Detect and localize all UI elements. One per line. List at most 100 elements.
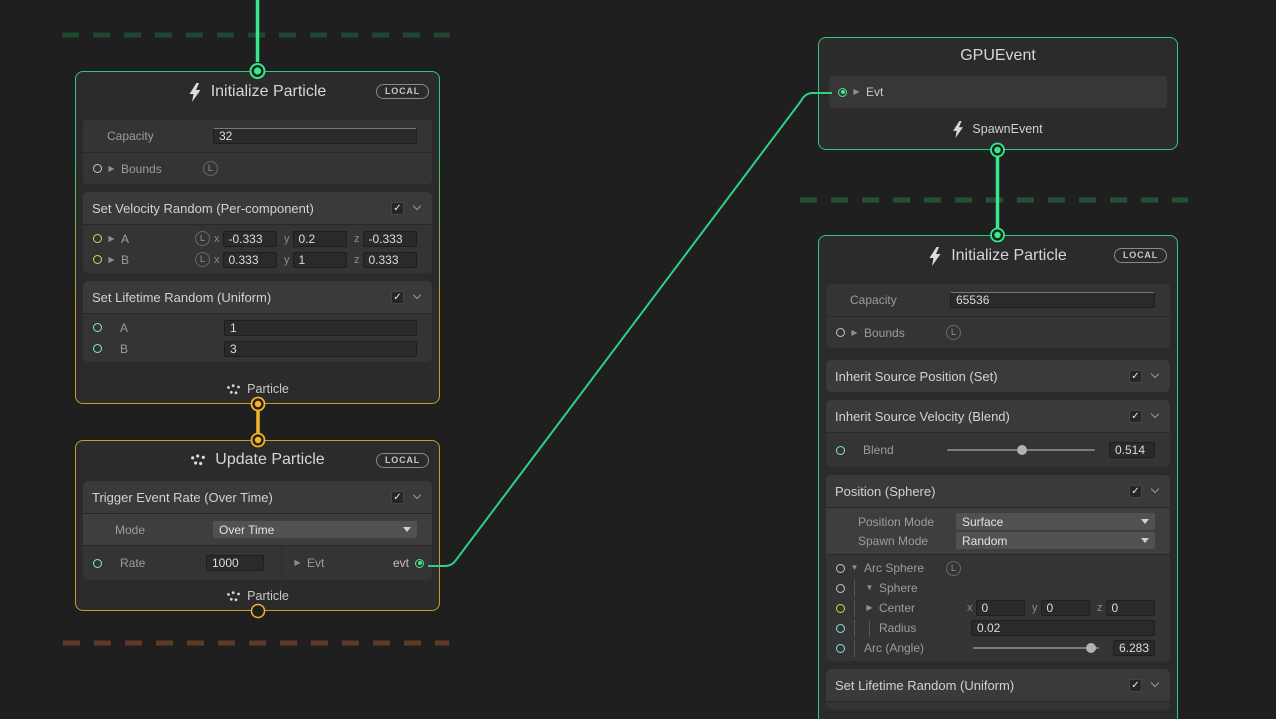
- capacity-field[interactable]: 32: [213, 128, 417, 144]
- space-l-badge[interactable]: L: [946, 561, 961, 576]
- edge-evt-to-gpuevent[interactable]: [428, 93, 832, 566]
- vfx-graph-canvas[interactable]: Initialize Particle LOCAL Capacity 32 ▶ …: [0, 0, 1276, 719]
- block-header[interactable]: Inherit Source Velocity (Blend) ✓: [826, 400, 1170, 432]
- space-l-badge[interactable]: L: [195, 252, 210, 267]
- slider-handle[interactable]: [1017, 445, 1027, 455]
- space-l-badge[interactable]: L: [203, 161, 218, 176]
- mode-dropdown[interactable]: Over Time: [213, 521, 417, 538]
- spawn-mode-dropdown[interactable]: Random: [956, 532, 1155, 549]
- z-field[interactable]: 0: [1106, 600, 1156, 616]
- bounds-port[interactable]: [836, 328, 845, 337]
- radius-field[interactable]: 0.02: [971, 620, 1155, 636]
- block-enabled-checkbox[interactable]: ✓: [1129, 410, 1142, 423]
- z-field[interactable]: -0.333: [363, 231, 418, 247]
- center-label: Center: [879, 601, 963, 615]
- blend-field[interactable]: 0.514: [1109, 442, 1155, 458]
- position-mode-dropdown[interactable]: Surface: [956, 513, 1155, 530]
- float-port[interactable]: [836, 644, 845, 653]
- y-field[interactable]: 0: [1041, 600, 1091, 616]
- float-port[interactable]: [836, 446, 845, 455]
- arc-sphere-port[interactable]: [836, 564, 845, 573]
- expander-icon[interactable]: ▶: [849, 328, 860, 338]
- block-enabled-checkbox[interactable]: ✓: [391, 491, 404, 504]
- block-enabled-checkbox[interactable]: ✓: [1129, 679, 1142, 692]
- block-set-lifetime-random[interactable]: Set Lifetime Random (Uniform) ✓ A 1: [83, 281, 432, 362]
- vector3-port[interactable]: [93, 234, 102, 243]
- local-space-badge[interactable]: LOCAL: [1114, 248, 1167, 263]
- y-field[interactable]: 0.2: [293, 231, 348, 247]
- y-field[interactable]: 1: [293, 252, 348, 268]
- expander-icon[interactable]: ▶: [106, 255, 117, 265]
- node-title: GPUEvent: [960, 47, 1036, 65]
- chevron-down-icon[interactable]: [413, 491, 421, 499]
- expander-icon[interactable]: ▶: [106, 234, 117, 244]
- particle-output-label: Particle: [76, 589, 439, 603]
- block-inherit-source-position[interactable]: Inherit Source Position (Set) ✓: [826, 360, 1170, 392]
- bounds-port[interactable]: [93, 164, 102, 173]
- slider-handle[interactable]: [1086, 643, 1096, 653]
- float-port[interactable]: [93, 344, 102, 353]
- chevron-down-icon[interactable]: [1151, 370, 1159, 378]
- node-update-particle[interactable]: Update Particle LOCAL Trigger Event Rate…: [75, 440, 440, 611]
- float-port[interactable]: [93, 559, 102, 568]
- expander-icon[interactable]: ▶: [106, 164, 117, 174]
- x-field[interactable]: 0.333: [223, 252, 278, 268]
- chevron-down-icon[interactable]: [1151, 410, 1159, 418]
- arc-angle-row: Arc (Angle) 6.283: [826, 638, 1170, 658]
- evt-input-port[interactable]: [838, 88, 847, 97]
- value-field[interactable]: 3: [224, 341, 417, 357]
- block-header[interactable]: Trigger Event Rate (Over Time) ✓: [83, 481, 432, 513]
- chevron-down-icon[interactable]: [1151, 485, 1159, 493]
- value-field[interactable]: 1: [224, 320, 417, 336]
- x-field[interactable]: 0: [976, 600, 1026, 616]
- vector3-port[interactable]: [93, 255, 102, 264]
- evt-output-port[interactable]: [415, 559, 424, 568]
- local-space-badge[interactable]: LOCAL: [376, 453, 429, 468]
- rate-field[interactable]: 1000: [206, 555, 264, 571]
- node-header[interactable]: Initialize Particle LOCAL: [819, 236, 1177, 276]
- block-enabled-checkbox[interactable]: ✓: [1129, 485, 1142, 498]
- chevron-down-icon[interactable]: [413, 202, 421, 210]
- block-header[interactable]: Inherit Source Position (Set) ✓: [826, 360, 1170, 392]
- block-header[interactable]: Set Lifetime Random (Uniform) ✓: [826, 669, 1170, 701]
- block-enabled-checkbox[interactable]: ✓: [391, 291, 404, 304]
- expander-icon[interactable]: ▼: [849, 563, 860, 573]
- block-position-sphere[interactable]: Position (Sphere) ✓ Position Mode Surfac…: [826, 475, 1170, 661]
- node-initialize-particle-right[interactable]: Initialize Particle LOCAL Capacity 65536…: [818, 235, 1178, 719]
- expander-icon[interactable]: ▼: [864, 583, 875, 593]
- block-inherit-source-velocity[interactable]: Inherit Source Velocity (Blend) ✓ Blend …: [826, 400, 1170, 467]
- node-initialize-particle-left[interactable]: Initialize Particle LOCAL Capacity 32 ▶ …: [75, 71, 440, 404]
- node-header[interactable]: GPUEvent: [819, 38, 1177, 74]
- node-gpuevent[interactable]: GPUEvent ▶ Evt SpawnEvent: [818, 37, 1178, 150]
- chevron-down-icon[interactable]: [1151, 679, 1159, 687]
- spawn-mode-row: Spawn Mode Random: [826, 531, 1170, 550]
- float-port[interactable]: [93, 323, 102, 332]
- arc-angle-field[interactable]: 6.283: [1113, 640, 1155, 656]
- node-header[interactable]: Update Particle LOCAL: [76, 441, 439, 479]
- space-l-badge[interactable]: L: [946, 325, 961, 340]
- arc-angle-slider[interactable]: [973, 641, 1099, 655]
- sphere-port[interactable]: [836, 584, 845, 593]
- node-header[interactable]: Initialize Particle LOCAL: [76, 72, 439, 112]
- x-field[interactable]: -0.333: [223, 231, 278, 247]
- block-header[interactable]: Set Lifetime Random (Uniform) ✓: [83, 281, 432, 313]
- vector3-port[interactable]: [836, 604, 845, 613]
- block-header[interactable]: Set Velocity Random (Per-component) ✓: [83, 192, 432, 224]
- block-enabled-checkbox[interactable]: ✓: [391, 202, 404, 215]
- block-title: Inherit Source Position (Set): [835, 369, 998, 384]
- blend-slider[interactable]: [947, 443, 1095, 457]
- space-l-badge[interactable]: L: [195, 231, 210, 246]
- block-set-lifetime-random[interactable]: Set Lifetime Random (Uniform) ✓: [826, 669, 1170, 709]
- expander-icon[interactable]: ▶: [864, 603, 875, 613]
- local-space-badge[interactable]: LOCAL: [376, 84, 429, 99]
- capacity-row: Capacity 65536: [826, 284, 1170, 316]
- block-trigger-event-rate[interactable]: Trigger Event Rate (Over Time) ✓ Mode Ov…: [83, 481, 432, 580]
- z-field[interactable]: 0.333: [363, 252, 418, 268]
- block-enabled-checkbox[interactable]: ✓: [1129, 370, 1142, 383]
- chevron-down-icon[interactable]: [413, 291, 421, 299]
- block-header[interactable]: Position (Sphere) ✓: [826, 475, 1170, 507]
- float-port[interactable]: [836, 624, 845, 633]
- capacity-field[interactable]: 65536: [950, 292, 1155, 308]
- block-set-velocity-random[interactable]: Set Velocity Random (Per-component) ✓ ▶ …: [83, 192, 432, 273]
- axis-z-label: z: [354, 254, 360, 266]
